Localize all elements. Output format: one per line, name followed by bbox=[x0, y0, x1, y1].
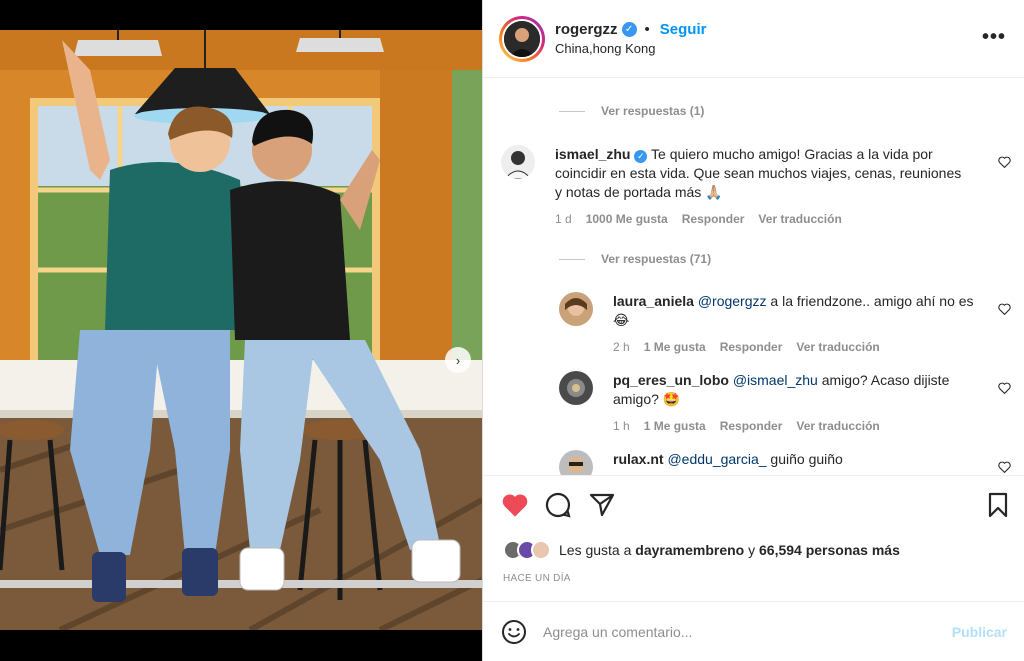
view-replies-button[interactable]: Ver respuestas (71) bbox=[559, 252, 711, 266]
reply-button[interactable]: Responder bbox=[720, 338, 783, 357]
likes-prefix: Les gusta a bbox=[559, 542, 632, 558]
translate-button[interactable]: Ver traducción bbox=[758, 210, 841, 229]
translate-button[interactable]: Ver traducción bbox=[796, 417, 879, 436]
comment-item: ismael_zhu ✓ Te quiero mucho amigo! Grac… bbox=[501, 145, 971, 229]
share-paper-plane-icon[interactable] bbox=[589, 492, 615, 518]
commenter-username[interactable]: rulax.nt bbox=[613, 451, 664, 467]
publish-button[interactable]: Publicar bbox=[952, 624, 1007, 640]
like-comment-icon[interactable] bbox=[998, 156, 1011, 168]
save-bookmark-icon[interactable] bbox=[987, 492, 1009, 518]
view-replies-button[interactable]: Ver respuestas (1) bbox=[559, 104, 704, 118]
follow-button[interactable]: Seguir bbox=[660, 21, 707, 38]
comment-mention[interactable]: @eddu_garcia_ bbox=[667, 451, 766, 467]
post-photo[interactable]: › bbox=[0, 30, 482, 630]
commenter-avatar[interactable] bbox=[559, 371, 593, 405]
like-comment-icon[interactable] bbox=[998, 303, 1011, 315]
post-details-panel: rogergzz ✓ • Seguir China,hong Kong ••• … bbox=[482, 0, 1024, 661]
comment-likes[interactable]: 1 Me gusta bbox=[644, 338, 706, 357]
likes-conj: y bbox=[748, 542, 756, 558]
commenter-username[interactable]: pq_eres_un_lobo bbox=[613, 372, 729, 388]
comment-time[interactable]: 1 d bbox=[555, 210, 572, 229]
commenter-avatar[interactable] bbox=[501, 145, 535, 179]
likes-count[interactable]: 66,594 personas más bbox=[759, 542, 900, 558]
translate-button[interactable]: Ver traducción bbox=[796, 338, 879, 357]
add-comment-bar: Publicar bbox=[483, 601, 1024, 661]
comment-time[interactable]: 1 h bbox=[613, 417, 630, 436]
likes-summary[interactable]: Les gusta a dayramembreno y 66,594 perso… bbox=[503, 540, 900, 560]
reply-item: laura_aniela @rogergzz a la friendzone..… bbox=[559, 292, 979, 357]
commenter-avatar[interactable] bbox=[559, 450, 593, 475]
more-options-icon[interactable]: ••• bbox=[982, 26, 1006, 49]
emoji-smiley-icon[interactable] bbox=[501, 619, 527, 645]
likes-user[interactable]: dayramembreno bbox=[635, 542, 744, 558]
post-header: rogergzz ✓ • Seguir China,hong Kong ••• bbox=[483, 0, 1024, 78]
comment-mention[interactable]: @ismael_zhu bbox=[733, 372, 818, 388]
comment-text: guiño guiño bbox=[770, 451, 843, 467]
post-actions: Les gusta a dayramembreno y 66,594 perso… bbox=[483, 475, 1024, 601]
like-heart-icon[interactable] bbox=[501, 492, 529, 518]
comment-likes[interactable]: 1 Me gusta bbox=[644, 417, 706, 436]
reply-button[interactable]: Responder bbox=[682, 210, 745, 229]
comment-likes[interactable]: 1000 Me gusta bbox=[586, 210, 668, 229]
reply-item: pq_eres_un_lobo @ismael_zhu amigo? Acaso… bbox=[559, 371, 979, 436]
comment-time[interactable]: 2 h bbox=[613, 338, 630, 357]
commenter-username[interactable]: ismael_zhu bbox=[555, 146, 630, 162]
author-avatar[interactable] bbox=[499, 15, 545, 62]
header-separator: • bbox=[644, 21, 650, 38]
comment-input[interactable] bbox=[543, 623, 952, 640]
commenter-username[interactable]: laura_aniela bbox=[613, 293, 694, 309]
post-location[interactable]: China,hong Kong bbox=[555, 41, 706, 56]
like-comment-icon[interactable] bbox=[998, 461, 1011, 473]
reply-button[interactable]: Responder bbox=[720, 417, 783, 436]
verified-badge-icon: ✓ bbox=[634, 150, 648, 163]
comments-list[interactable]: Ver respuestas (1) ismael_zhu ✓ Te quier… bbox=[483, 79, 1024, 475]
verified-badge-icon: ✓ bbox=[621, 22, 637, 37]
carousel-next-button[interactable]: › bbox=[445, 347, 471, 373]
reply-item: rulax.nt @eddu_garcia_ guiño guiño bbox=[559, 450, 979, 475]
like-comment-icon[interactable] bbox=[998, 382, 1011, 394]
comment-mention[interactable]: @rogergzz bbox=[698, 293, 767, 309]
post-date[interactable]: HACE UN DÍA bbox=[503, 573, 571, 584]
liker-avatar bbox=[531, 540, 551, 560]
comment-bubble-icon[interactable] bbox=[545, 492, 571, 518]
post-photo-illustration bbox=[0, 30, 482, 630]
commenter-avatar[interactable] bbox=[559, 292, 593, 326]
author-username[interactable]: rogergzz bbox=[555, 21, 618, 38]
instagram-post-window: › rogergzz ✓ • Seguir China,hong Kong ••… bbox=[0, 0, 1024, 661]
